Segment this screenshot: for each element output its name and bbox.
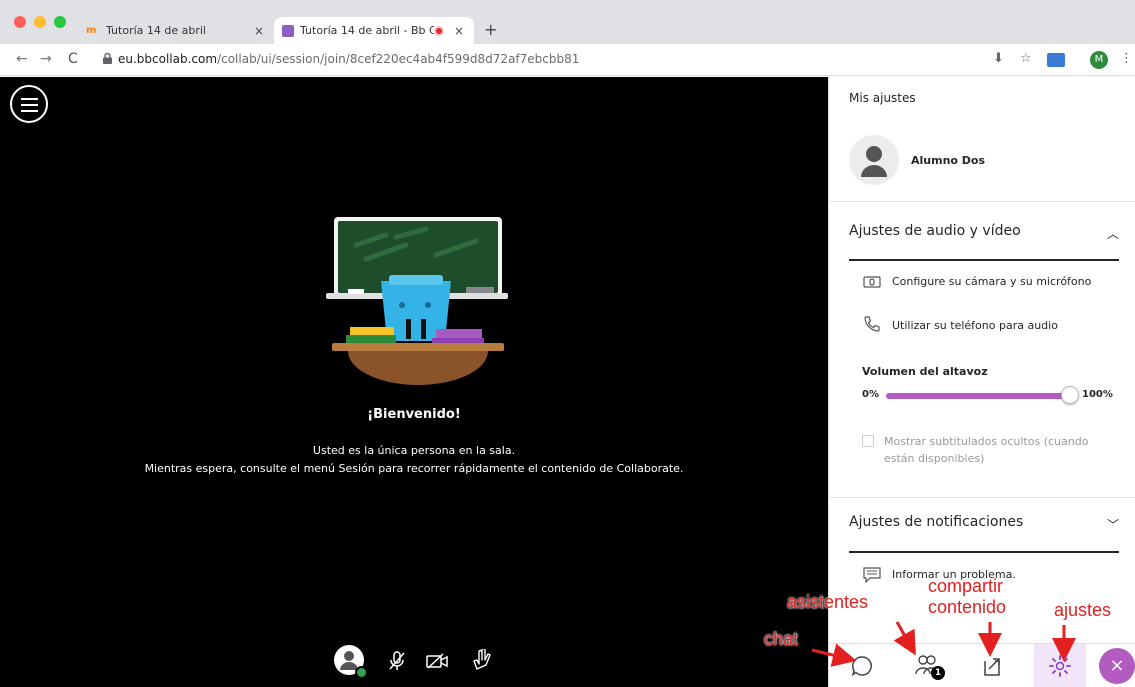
microphone-icon[interactable]: ⬇ bbox=[993, 51, 1004, 66]
classroom-illustration bbox=[326, 217, 508, 385]
camera-mic-settings-icon bbox=[863, 276, 881, 288]
welcome-title: ¡Bienvenido! bbox=[367, 407, 461, 422]
chat-button[interactable] bbox=[851, 655, 873, 677]
forward-arrow-icon[interactable]: → bbox=[40, 51, 52, 67]
report-problem-icon bbox=[863, 567, 881, 583]
tab-close-icon[interactable]: × bbox=[452, 24, 466, 38]
user-name: Alumno Dos bbox=[911, 154, 986, 167]
settings-gear-button[interactable] bbox=[1049, 655, 1071, 677]
annotation-chat: chat bbox=[764, 629, 799, 649]
captions-label: Mostrar subtitulados ocultos (cuando est… bbox=[884, 435, 1089, 465]
window-zoom-button[interactable] bbox=[54, 16, 66, 28]
section-underline bbox=[849, 259, 1119, 261]
camera-off-icon[interactable] bbox=[426, 653, 448, 669]
window-close-button[interactable] bbox=[14, 16, 26, 28]
new-tab-button[interactable]: + bbox=[484, 20, 497, 39]
tab-title: Tutoría 14 de abril bbox=[106, 24, 206, 37]
hamburger-line bbox=[21, 98, 38, 100]
volume-max-label: 100% bbox=[1082, 389, 1113, 400]
extension-icon[interactable] bbox=[1047, 53, 1065, 67]
browser-tab-moodle[interactable]: m Tutoría 14 de abril × bbox=[78, 17, 274, 44]
notifications-section-title[interactable]: Ajustes de notificaciones bbox=[849, 514, 1023, 530]
session-stage: ¡Bienvenido! Usted es la única persona e… bbox=[0, 77, 828, 687]
divider bbox=[829, 201, 1135, 202]
tab-close-icon[interactable]: × bbox=[252, 24, 266, 38]
collaborate-favicon-icon bbox=[282, 24, 294, 37]
panel-toolbar: 1 × bbox=[829, 643, 1135, 687]
lock-icon[interactable] bbox=[103, 53, 112, 64]
my-status-avatar-button[interactable] bbox=[334, 645, 368, 679]
kebab-menu-icon[interactable]: ⋮ bbox=[1120, 51, 1133, 66]
volume-slider-handle[interactable] bbox=[1061, 386, 1079, 404]
screen: m Tutoría 14 de abril × Tutoría 14 de ab… bbox=[0, 0, 1135, 687]
window-minimize-button[interactable] bbox=[34, 16, 46, 28]
moodle-favicon-icon: m bbox=[86, 24, 97, 36]
phone-audio-link[interactable]: Utilizar su teléfono para audio bbox=[892, 319, 1058, 332]
recording-indicator-icon bbox=[434, 25, 444, 36]
welcome-message-line1: Usted es la única persona en la sala. bbox=[312, 444, 516, 457]
person-icon bbox=[861, 146, 887, 177]
attendees-count-badge: 1 bbox=[931, 666, 945, 680]
annotation-share-line1: compartir bbox=[928, 576, 1004, 596]
panel-title: Mis ajustes bbox=[849, 91, 916, 105]
browser-tab-bar: m Tutoría 14 de abril × Tutoría 14 de ab… bbox=[0, 0, 1135, 44]
configure-camera-mic-link[interactable]: Configure su cámara y su micrófono bbox=[892, 275, 1091, 288]
session-menu-button[interactable] bbox=[10, 85, 48, 123]
welcome-message-line2: Mientras espera, consulte el menú Sesión… bbox=[144, 462, 684, 475]
volume-slider-track[interactable] bbox=[886, 393, 1072, 399]
back-arrow-icon[interactable]: ← bbox=[16, 51, 28, 67]
person-icon bbox=[340, 651, 358, 670]
browser-tab-collaborate[interactable]: Tutoría 14 de abril - Bb Col × bbox=[274, 17, 474, 44]
tab-title: Tutoría 14 de abril - Bb Col bbox=[300, 24, 434, 37]
section-underline bbox=[849, 551, 1119, 553]
share-content-button[interactable] bbox=[981, 655, 1003, 677]
phone-icon bbox=[864, 316, 880, 332]
captions-checkbox[interactable] bbox=[862, 435, 874, 447]
hamburger-line bbox=[21, 110, 38, 112]
url-host: eu.bbcollab.com bbox=[118, 52, 218, 66]
url-path: /collab/ui/session/join/8cef220ec4ab4f59… bbox=[217, 52, 580, 66]
divider bbox=[829, 497, 1135, 498]
annotation-share-line2: contenido bbox=[928, 597, 1007, 617]
close-panel-button[interactable]: × bbox=[1099, 648, 1135, 684]
annotation-attendees: asistentes bbox=[787, 592, 869, 612]
audio-video-section-title[interactable]: Ajustes de audio y vídeo bbox=[849, 223, 1021, 239]
raise-hand-icon[interactable] bbox=[472, 649, 492, 671]
chevron-up-icon[interactable]: ︿ bbox=[1107, 225, 1119, 242]
profile-avatar[interactable]: M bbox=[1090, 51, 1108, 69]
volume-min-label: 0% bbox=[862, 389, 879, 400]
chevron-down-icon[interactable]: ﹀ bbox=[1107, 516, 1119, 533]
browser-address-bar: ← → C eu.bbcollab.com/collab/ui/session/… bbox=[0, 44, 1135, 76]
hamburger-line bbox=[21, 104, 38, 106]
annotation-settings: ajustes bbox=[1054, 600, 1112, 620]
speaker-volume-label: Volumen del altavoz bbox=[862, 365, 988, 378]
user-avatar[interactable] bbox=[849, 135, 899, 185]
url-field[interactable]: eu.bbcollab.com/collab/ui/session/join/8… bbox=[118, 52, 579, 66]
status-check-icon bbox=[355, 666, 368, 679]
bookmark-star-icon[interactable]: ☆ bbox=[1020, 51, 1032, 66]
reload-icon[interactable]: C bbox=[68, 51, 78, 67]
microphone-off-icon[interactable] bbox=[388, 651, 406, 671]
